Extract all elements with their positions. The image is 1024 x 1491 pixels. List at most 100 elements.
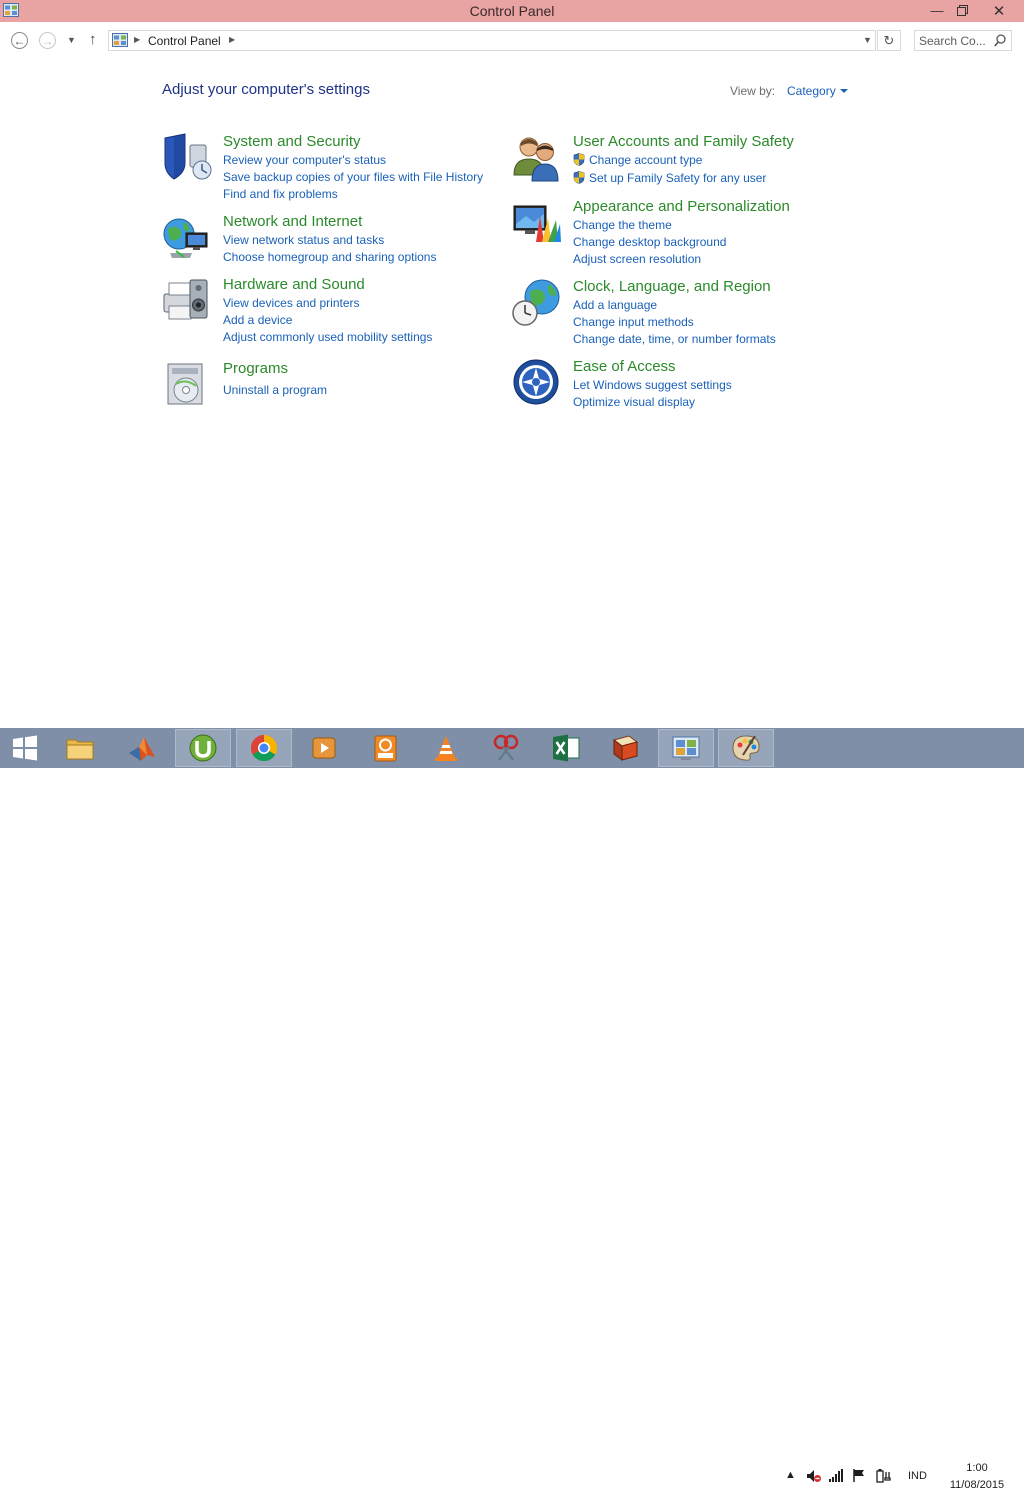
monitor-palette-icon[interactable] bbox=[512, 198, 562, 248]
taskbar-vlc[interactable] bbox=[418, 729, 474, 767]
input-methods-link[interactable]: Change input methods bbox=[573, 315, 694, 329]
close-icon: ✕ bbox=[992, 2, 1006, 20]
network-status-link[interactable]: View network status and tasks bbox=[223, 233, 384, 247]
clock-globe-icon[interactable] bbox=[512, 278, 562, 328]
refresh-icon: ↻ bbox=[883, 32, 895, 48]
search-input[interactable] bbox=[919, 33, 989, 48]
folder-icon bbox=[66, 739, 94, 760]
view-by-caret-icon[interactable] bbox=[840, 89, 848, 93]
minimize-icon: — bbox=[930, 3, 944, 18]
paint-palette-icon bbox=[732, 735, 760, 761]
matlab-icon bbox=[129, 737, 155, 761]
refresh-button[interactable]: ↻ bbox=[877, 30, 901, 51]
back-button[interactable]: ← bbox=[11, 32, 28, 49]
family-safety-link[interactable]: Set up Family Safety for any user bbox=[589, 171, 766, 185]
taskbar-control-panel[interactable] bbox=[658, 729, 714, 767]
pdf-icon bbox=[374, 735, 397, 762]
book-icon bbox=[612, 735, 639, 761]
change-theme-link[interactable]: Change the theme bbox=[573, 218, 672, 232]
forward-button[interactable]: → bbox=[39, 32, 56, 49]
restore-button[interactable] bbox=[947, 0, 977, 21]
programs-disc-icon[interactable] bbox=[162, 360, 212, 410]
uninstall-program-link[interactable]: Uninstall a program bbox=[223, 383, 327, 397]
excel-icon bbox=[553, 734, 580, 762]
desktop-background-link[interactable]: Change desktop background bbox=[573, 235, 726, 249]
date-time-formats-link[interactable]: Change date, time, or number formats bbox=[573, 332, 776, 346]
chrome-icon bbox=[250, 734, 278, 762]
change-account-type-link[interactable]: Change account type bbox=[589, 153, 702, 167]
taskbar-snipping-tool[interactable] bbox=[478, 729, 534, 767]
power-battery-icon[interactable] bbox=[876, 1468, 892, 1483]
ease-of-access-title[interactable]: Ease of Access bbox=[573, 358, 676, 375]
visual-display-link[interactable]: Optimize visual display bbox=[573, 395, 695, 409]
start-button[interactable] bbox=[0, 729, 53, 767]
taskbar-file-explorer[interactable] bbox=[52, 729, 108, 767]
taskbar-paint[interactable] bbox=[718, 729, 774, 767]
printer-speaker-icon[interactable] bbox=[162, 276, 212, 326]
breadcrumb-chevron-icon[interactable]: ▶ bbox=[229, 35, 235, 44]
taskbar-excel[interactable] bbox=[538, 729, 594, 767]
breadcrumb-chevron-icon[interactable]: ▶ bbox=[134, 35, 140, 44]
appearance-title[interactable]: Appearance and Personalization bbox=[573, 198, 790, 215]
title-bar: Control Panel — ✕ bbox=[0, 0, 1024, 22]
network-globe-icon[interactable] bbox=[162, 213, 212, 263]
uac-shield-icon bbox=[573, 171, 585, 184]
scissors-icon bbox=[493, 734, 519, 761]
suggest-settings-link[interactable]: Let Windows suggest settings bbox=[573, 378, 732, 392]
utorrent-icon bbox=[189, 734, 217, 762]
window-title: Control Panel bbox=[469, 3, 555, 19]
user-accounts-title[interactable]: User Accounts and Family Safety bbox=[573, 133, 794, 150]
devices-printers-link[interactable]: View devices and printers bbox=[223, 296, 360, 310]
page-title: Adjust your computer's settings bbox=[162, 81, 370, 98]
restore-icon bbox=[956, 5, 968, 16]
taskbar-matlab[interactable] bbox=[114, 729, 170, 767]
recent-locations-dropdown[interactable]: ▼ bbox=[67, 35, 76, 45]
network-signal-icon[interactable] bbox=[829, 1469, 843, 1482]
hardware-and-sound-title[interactable]: Hardware and Sound bbox=[223, 276, 365, 293]
control-panel-icon bbox=[672, 736, 700, 760]
media-player-icon bbox=[312, 737, 336, 759]
mobility-settings-link[interactable]: Adjust commonly used mobility settings bbox=[223, 330, 432, 344]
clock-language-region-title[interactable]: Clock, Language, and Region bbox=[573, 278, 771, 295]
ease-of-access-icon[interactable] bbox=[512, 358, 562, 408]
taskbar-chrome[interactable] bbox=[236, 729, 292, 767]
address-dropdown-icon[interactable]: ▼ bbox=[863, 35, 872, 45]
action-center-flag-icon[interactable] bbox=[852, 1468, 866, 1483]
taskbar-media-player[interactable] bbox=[296, 729, 352, 767]
up-button[interactable]: ↑ bbox=[89, 31, 97, 48]
view-by-label: View by: bbox=[730, 84, 776, 98]
close-button[interactable]: ✕ bbox=[984, 0, 1014, 21]
system-and-security-title[interactable]: System and Security bbox=[223, 133, 361, 150]
breadcrumb-control-panel[interactable]: Control Panel bbox=[148, 34, 221, 48]
control-panel-icon bbox=[112, 33, 128, 47]
homegroup-sharing-link[interactable]: Choose homegroup and sharing options bbox=[223, 250, 436, 264]
screen-resolution-link[interactable]: Adjust screen resolution bbox=[573, 252, 701, 266]
chevron-down-icon: ▼ bbox=[67, 35, 76, 45]
programs-title[interactable]: Programs bbox=[223, 360, 288, 377]
add-language-link[interactable]: Add a language bbox=[573, 298, 657, 312]
clock-date[interactable]: 11/08/2015 bbox=[942, 1479, 1012, 1491]
taskbar: ▲ IND 1:00 11/08/2015 bbox=[0, 728, 1024, 1491]
search-icon[interactable] bbox=[994, 34, 1006, 47]
view-by-dropdown[interactable]: Category bbox=[787, 84, 836, 98]
clock-time[interactable]: 1:00 bbox=[942, 1462, 1012, 1474]
add-device-link[interactable]: Add a device bbox=[223, 313, 292, 327]
review-status-link[interactable]: Review your computer's status bbox=[223, 153, 386, 167]
show-hidden-icons-button[interactable]: ▲ bbox=[785, 1469, 796, 1481]
taskbar-utorrent[interactable] bbox=[175, 729, 231, 767]
file-history-link[interactable]: Save backup copies of your files with Fi… bbox=[223, 170, 483, 184]
taskbar-pdf-reader[interactable] bbox=[357, 729, 413, 767]
navigation-bar: ← → ▼ ↑ ▶ Control Panel ▶ ▼ ↻ bbox=[0, 22, 1024, 60]
taskbar-book-reader[interactable] bbox=[597, 729, 653, 767]
find-fix-problems-link[interactable]: Find and fix problems bbox=[223, 187, 338, 201]
windows-logo-icon bbox=[13, 735, 37, 761]
shield-icon[interactable] bbox=[162, 133, 212, 183]
volume-muted-icon[interactable] bbox=[806, 1469, 821, 1483]
users-icon[interactable] bbox=[512, 133, 562, 183]
address-bar[interactable]: ▶ Control Panel ▶ ▼ bbox=[108, 30, 876, 51]
forward-arrow-icon: → bbox=[41, 33, 54, 48]
input-language-indicator[interactable]: IND bbox=[908, 1470, 927, 1482]
network-and-internet-title[interactable]: Network and Internet bbox=[223, 213, 362, 230]
search-box[interactable] bbox=[914, 30, 1012, 51]
up-arrow-icon: ↑ bbox=[89, 31, 97, 48]
